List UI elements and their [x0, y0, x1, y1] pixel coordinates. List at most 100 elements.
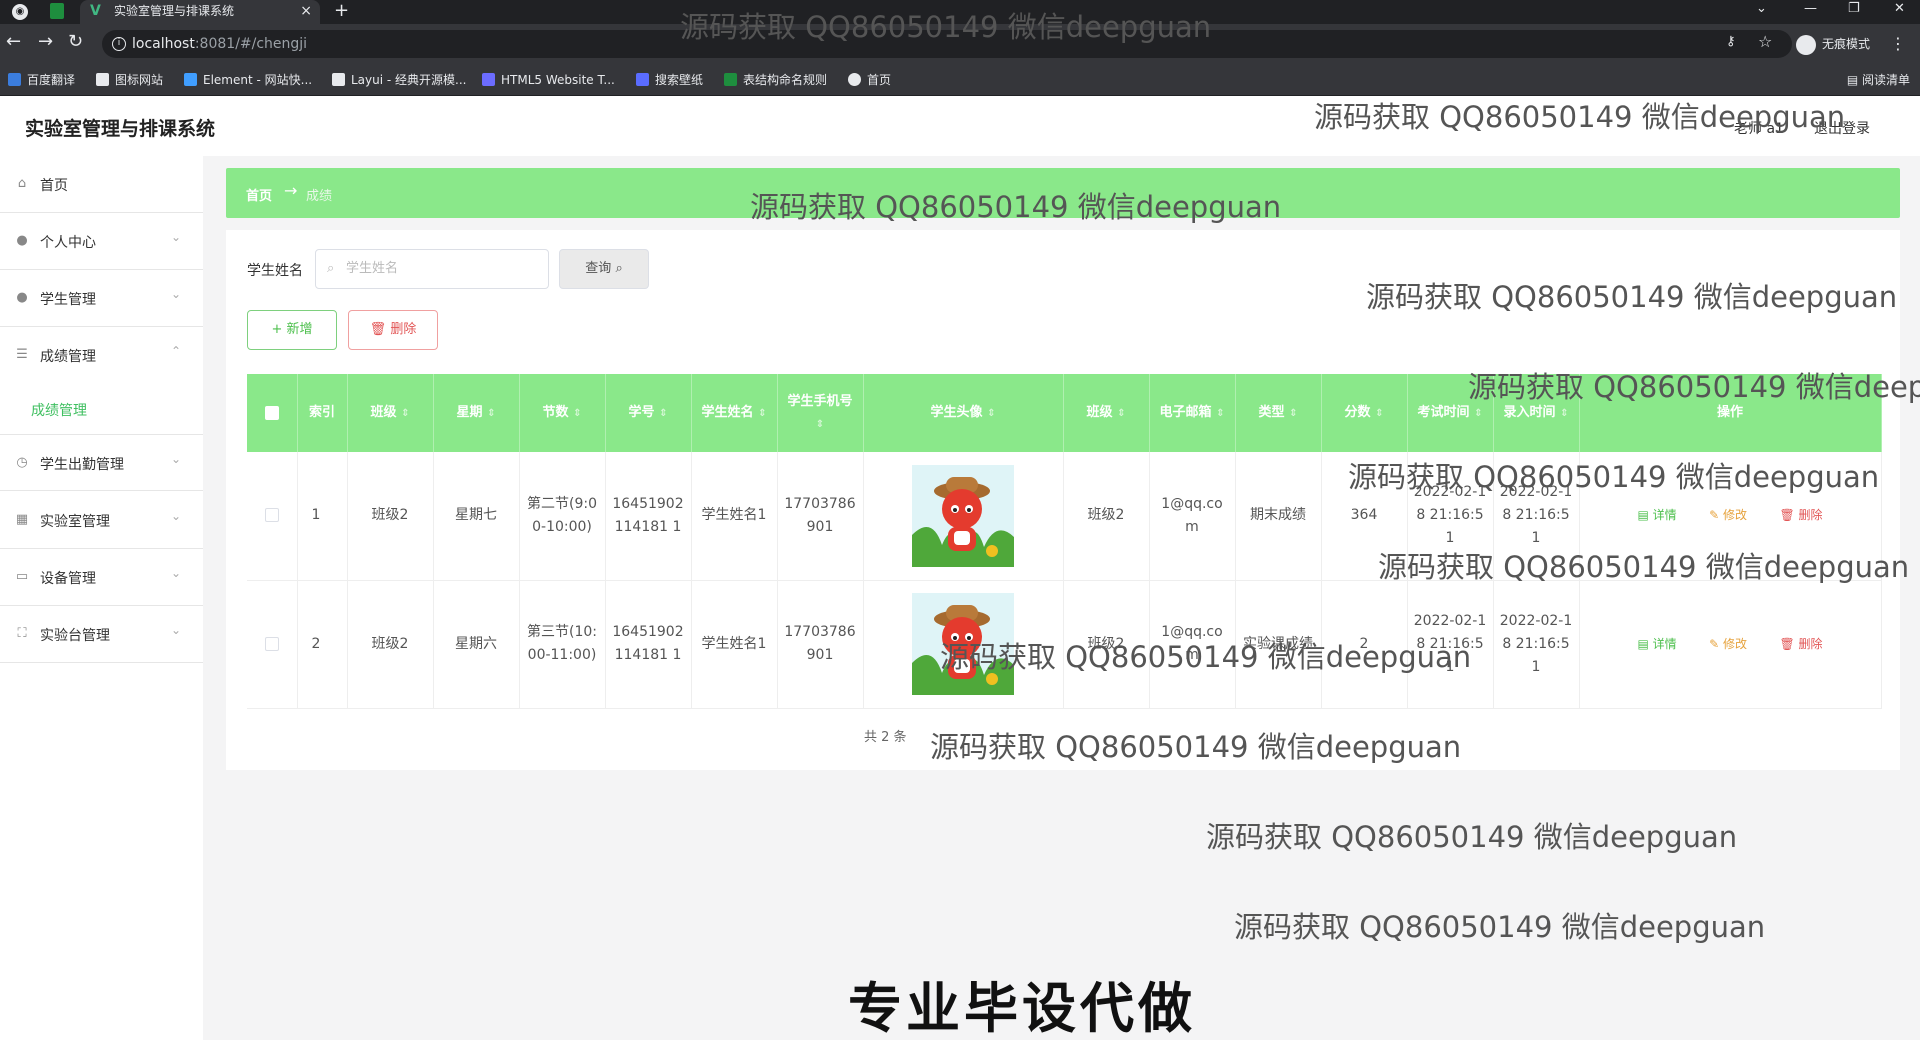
select-all-checkbox[interactable] [264, 405, 279, 420]
column-header[interactable]: 星期 ⇕ [433, 374, 520, 452]
close-window-icon[interactable]: ✕ [1894, 2, 1905, 16]
column-header[interactable]: 学号 ⇕ [605, 374, 692, 452]
bookmark-item[interactable]: HTML5 Website T... [482, 71, 615, 89]
sidebar-item-attendance[interactable]: ◷ 学生出勤管理 ⌄ [0, 434, 203, 491]
sort-icon[interactable]: ⇕ [1474, 408, 1482, 419]
query-button[interactable]: 查询 ⌕ [559, 249, 649, 289]
delete-button[interactable]: 🗑︎ 删除 [1779, 637, 1822, 651]
sidebar-subitem-grades[interactable]: 成绩管理 [0, 384, 203, 434]
detail-button[interactable]: ▤ 详情 [1637, 508, 1676, 522]
bookmark-item[interactable]: 百度翻译 [8, 71, 75, 89]
detail-button[interactable]: ▤ 详情 [1637, 637, 1676, 651]
reading-list-label: 阅读清单 [1861, 73, 1910, 87]
browser-tab-active[interactable]: V 实验室管理与排课系统 × [80, 0, 320, 24]
restore-icon[interactable]: ❐ [1848, 2, 1860, 16]
bookmark-item[interactable]: Layui - 经典开源模... [332, 71, 466, 89]
sidebar-item-label: 学生出勤管理 [40, 457, 124, 473]
search-input[interactable]: ⌕ 学生姓名 [315, 249, 549, 289]
logout-link[interactable]: 退出登录 [1814, 118, 1870, 138]
sort-icon[interactable]: ⇕ [659, 408, 667, 419]
edit-button[interactable]: ✎ 修改 [1709, 508, 1747, 522]
address-bar[interactable]: i localhost:8081/#/chengji [102, 30, 1792, 58]
key-icon[interactable]: ⚷ [1726, 34, 1736, 49]
cell-student-no: 16451902114181 1 [605, 452, 692, 581]
sort-icon[interactable]: ⇕ [1289, 408, 1297, 419]
column-header[interactable]: 类型 ⇕ [1235, 374, 1322, 452]
sort-icon[interactable]: ⇕ [1117, 408, 1125, 419]
select-all-cell[interactable] [247, 374, 298, 452]
sort-icon[interactable]: ⇕ [1375, 408, 1383, 419]
sidebar-item-students[interactable]: ● 学生管理 ⌄ [0, 270, 203, 327]
chevron-down-icon: ⌄ [170, 230, 181, 244]
sidebar-item-label: 个人中心 [40, 235, 96, 251]
sidebar-item-benches[interactable]: ⛶ 实验台管理 ⌄ [0, 606, 203, 663]
sheet-icon [724, 73, 737, 86]
column-header[interactable]: 学生姓名 ⇕ [691, 374, 778, 452]
back-icon[interactable]: ← [6, 32, 21, 52]
delete-label: 删除 [1798, 636, 1823, 651]
forward-icon[interactable]: → [38, 32, 53, 52]
batch-delete-button[interactable]: 🗑︎ 删除 [348, 310, 438, 350]
sort-icon[interactable]: ⇕ [987, 408, 995, 419]
sidebar-item-profile[interactable]: ● 个人中心 ⌄ [0, 213, 203, 270]
sort-icon[interactable]: ⇕ [1560, 408, 1568, 419]
sort-icon[interactable]: ⇕ [1216, 408, 1224, 419]
column-header[interactable]: 学生手机号 ⇕ [777, 374, 864, 452]
sort-icon[interactable]: ⇕ [401, 408, 409, 419]
promo-banner: 专业毕设代做 [848, 977, 1196, 1040]
chevron-down-icon: ⌄ [170, 452, 181, 466]
delete-button-label: 删除 [390, 322, 417, 337]
column-header[interactable]: 节数 ⇕ [519, 374, 606, 452]
sort-icon[interactable]: ⇕ [816, 419, 824, 430]
breadcrumb-home[interactable]: 首页 [246, 185, 272, 204]
sort-icon[interactable]: ⇕ [758, 408, 766, 419]
minimize-icon[interactable]: — [1804, 2, 1817, 16]
bookmark-item[interactable]: 首页 [848, 71, 891, 89]
query-button-label: 查询 [585, 261, 612, 276]
incognito-indicator[interactable]: 无痕模式 [1796, 32, 1870, 56]
column-header[interactable]: 学生头像 ⇕ [863, 374, 1064, 452]
column-header[interactable]: 分数 ⇕ [1321, 374, 1408, 452]
new-tab-button[interactable]: + [334, 0, 349, 22]
sidebar-item-labs[interactable]: ▦ 实验室管理 ⌄ [0, 492, 203, 549]
sidebar-item-home[interactable]: ⌂ 首页 [0, 156, 203, 213]
bookmark-item[interactable]: Element - 网站快... [184, 71, 312, 89]
row-select-cell[interactable] [247, 580, 298, 709]
column-header[interactable]: 班级 ⇕ [347, 374, 434, 452]
column-header[interactable]: 考试时间 ⇕ [1407, 374, 1494, 452]
column-header[interactable]: 电子邮箱 ⇕ [1149, 374, 1236, 452]
bookmark-item[interactable]: 搜索壁纸 [636, 71, 703, 89]
bookmark-label: HTML5 Website T... [501, 73, 615, 87]
reload-icon[interactable]: ↻ [68, 32, 83, 52]
sort-icon[interactable]: ⇕ [487, 408, 495, 419]
search-label: 学生姓名 [247, 263, 303, 279]
cell-email: 1@qq.com [1149, 452, 1236, 581]
sidebar-item-grades[interactable]: ☰ 成绩管理 ⌃ [0, 327, 203, 384]
html5-icon [482, 73, 495, 86]
cell-student-no: 16451902114181 1 [605, 580, 692, 709]
row-checkbox[interactable] [264, 508, 279, 523]
cell-score: 2 [1321, 580, 1408, 709]
reading-list[interactable]: ▤ 阅读清单 [1847, 71, 1910, 89]
row-select-cell[interactable] [247, 452, 298, 581]
star-icon[interactable]: ☆ [1758, 32, 1772, 51]
more-menu-icon[interactable]: ⋮ [1890, 34, 1906, 53]
sidebar-item-equipment[interactable]: ▭ 设备管理 ⌄ [0, 549, 203, 606]
bookmark-item[interactable]: 表结构命名规则 [724, 71, 827, 89]
sheet-tab-icon[interactable] [50, 3, 64, 19]
sort-icon[interactable]: ⇕ [573, 408, 581, 419]
edit-button[interactable]: ✎ 修改 [1709, 637, 1747, 651]
column-header[interactable]: 班级 ⇕ [1063, 374, 1150, 452]
chevron-up-icon: ⌃ [170, 344, 181, 358]
bookmark-item[interactable]: 图标网站 [96, 71, 163, 89]
delete-button[interactable]: 🗑︎ 删除 [1779, 508, 1822, 522]
info-icon[interactable]: i [112, 37, 126, 51]
pencil-icon: ✎ [1709, 636, 1723, 651]
column-header-label: 分数 [1344, 404, 1371, 420]
add-button[interactable]: + 新增 [247, 310, 337, 350]
column-header[interactable]: 录入时间 ⇕ [1493, 374, 1580, 452]
tab-search-icon[interactable]: ⌄ [1756, 2, 1767, 16]
bookmark-label: 搜索壁纸 [655, 73, 704, 87]
tab-close-icon[interactable]: × [300, 0, 312, 22]
row-checkbox[interactable] [264, 636, 279, 651]
